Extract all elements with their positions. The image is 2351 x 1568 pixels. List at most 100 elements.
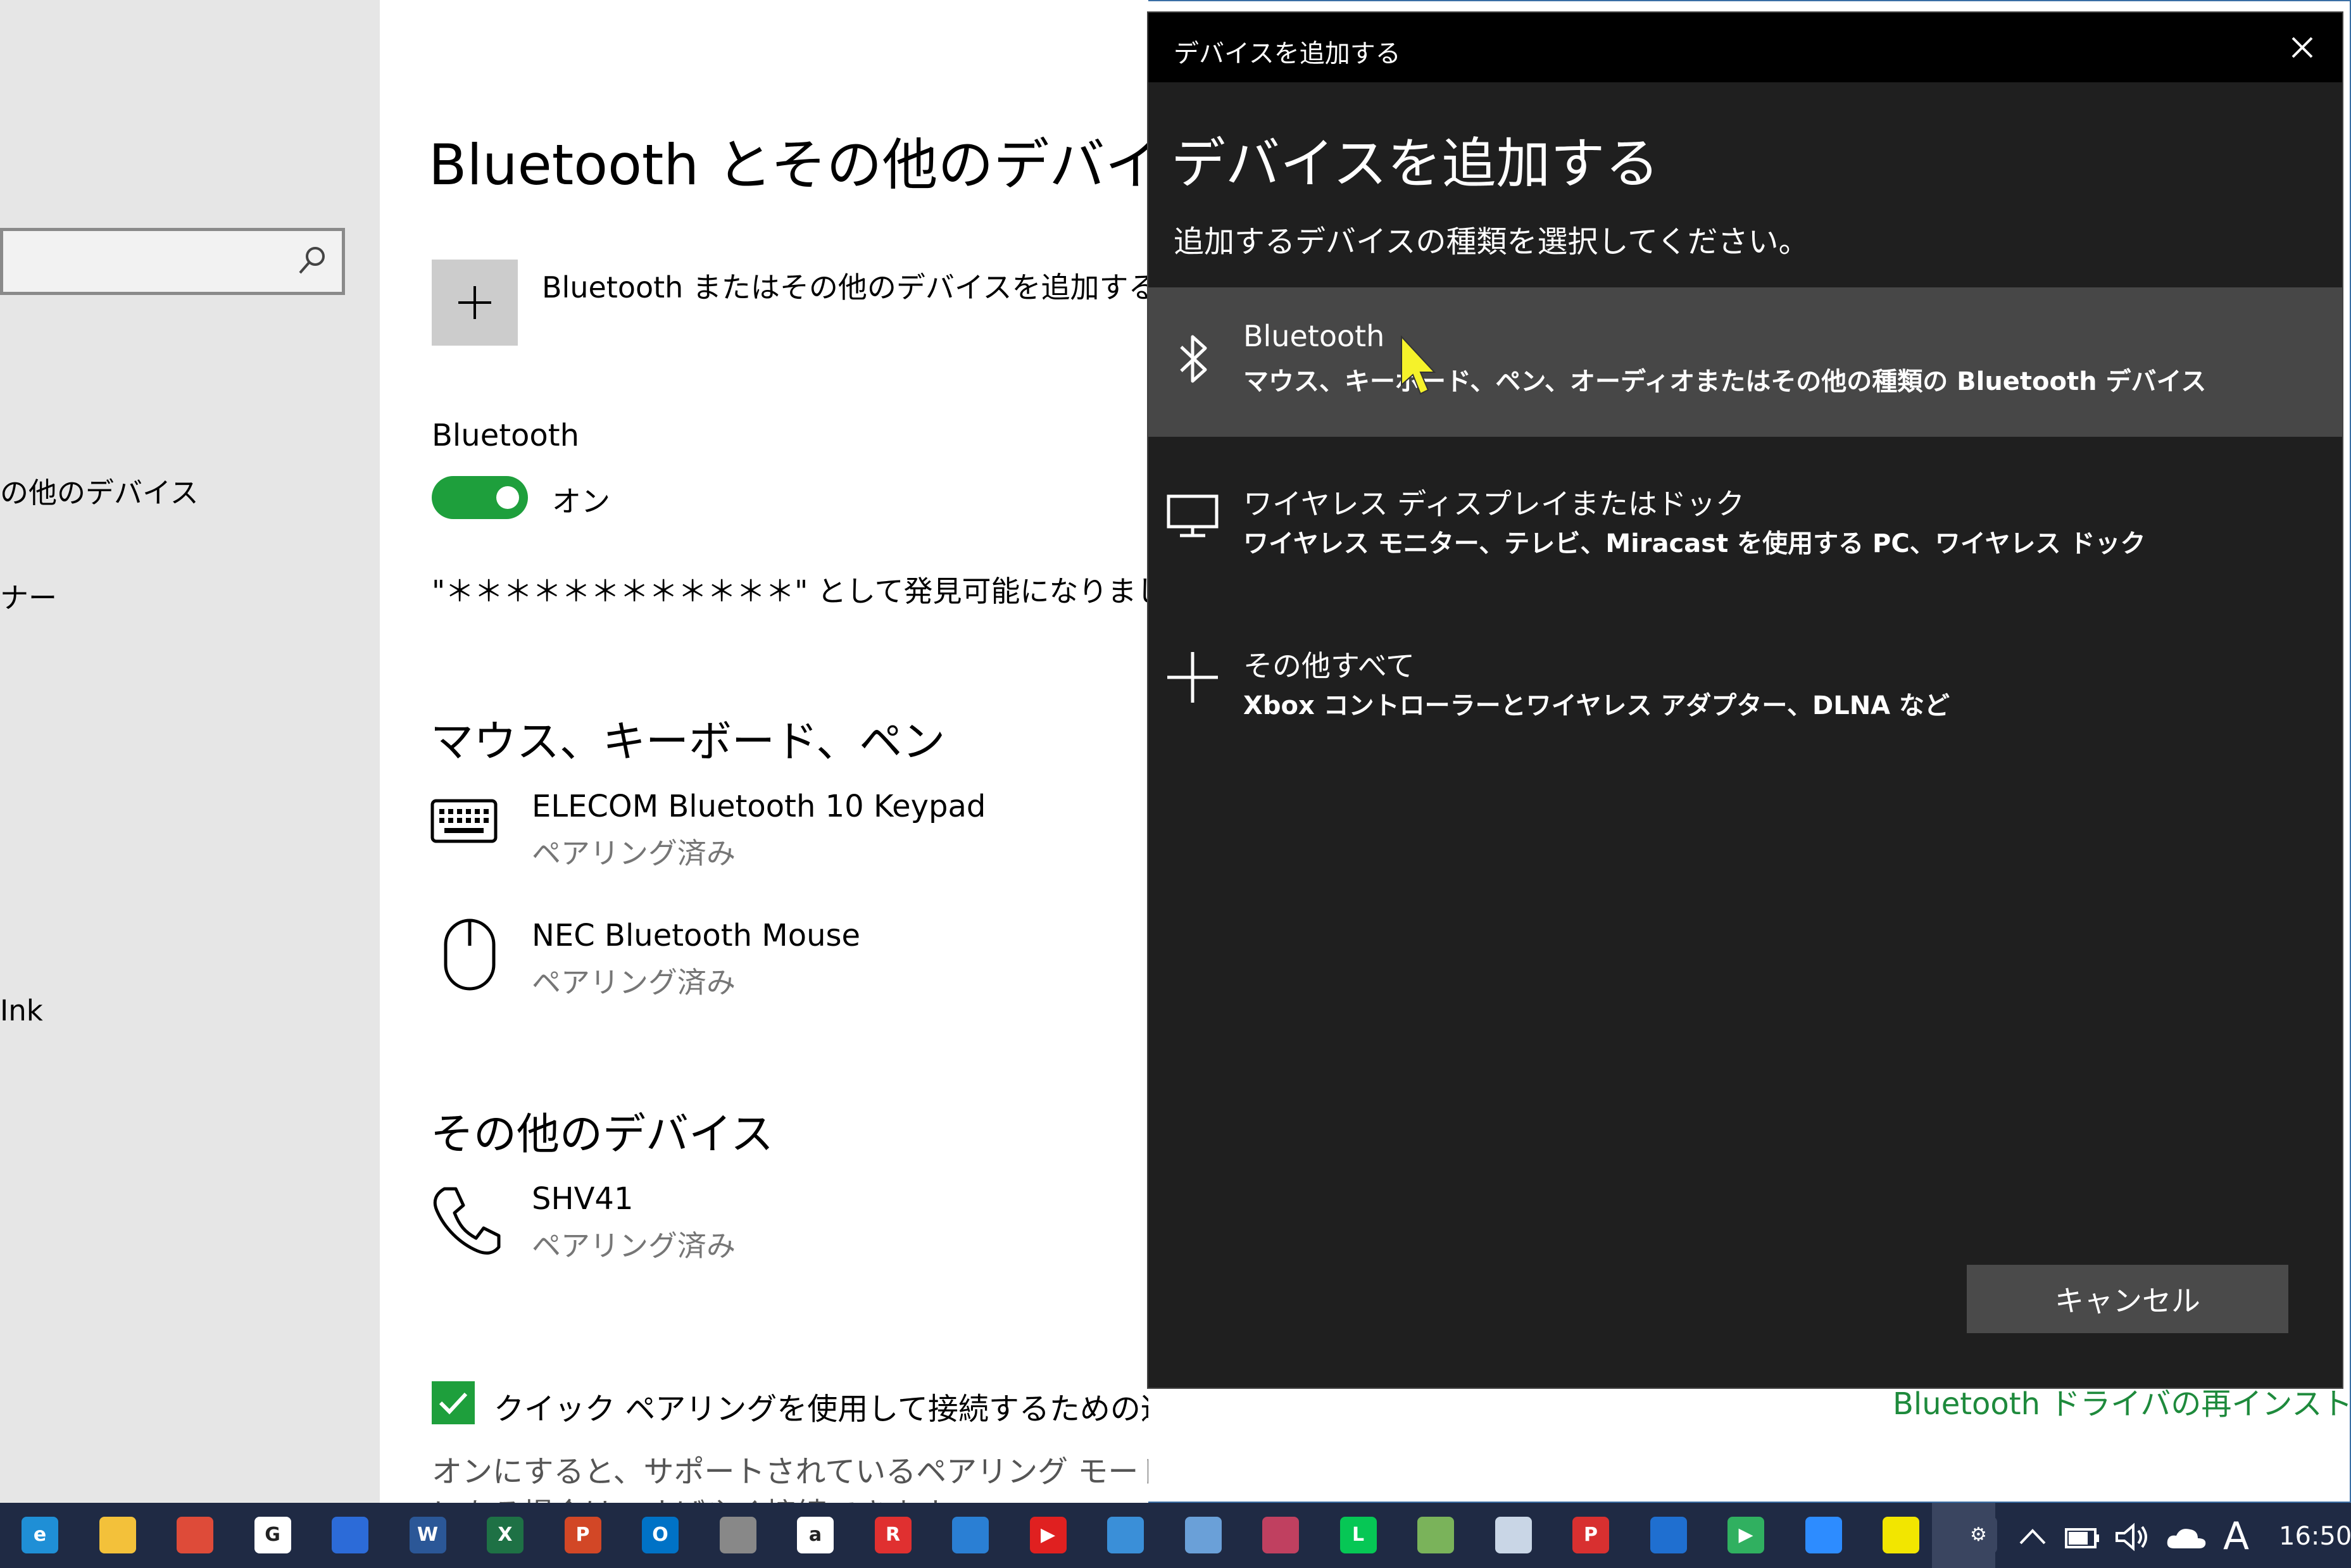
word-icon[interactable]: W bbox=[409, 1517, 446, 1553]
iris-icon[interactable]: R bbox=[874, 1517, 912, 1553]
toggle-knob bbox=[496, 486, 519, 509]
option-title: ワイヤレス ディスプレイまたはドック bbox=[1243, 487, 1745, 521]
play-store-icon-glyph: ▶ bbox=[1738, 1524, 1753, 1546]
pdf-png-icon[interactable]: P bbox=[1572, 1517, 1609, 1553]
device-status: ペアリング済み bbox=[532, 836, 736, 870]
option-everything-else[interactable]: その他すべて Xbox コントローラーとワイヤレス アダプター、DLNA など bbox=[1148, 612, 2342, 761]
mouse-icon bbox=[444, 919, 496, 991]
youtube-icon[interactable]: ▶ bbox=[1029, 1517, 1067, 1553]
edge-icon-glyph: e bbox=[33, 1524, 47, 1546]
option-wireless-display[interactable]: ワイヤレス ディスプレイまたはドック ワイヤレス モニター、テレビ、Miraca… bbox=[1148, 449, 2342, 599]
edge-icon[interactable]: e bbox=[22, 1517, 58, 1553]
monitor-icon bbox=[1167, 494, 1219, 537]
add-device-label[interactable]: Bluetooth またはその他のデバイスを追加する bbox=[542, 265, 1148, 306]
people-icon[interactable] bbox=[332, 1517, 368, 1553]
onedrive-icon-glyph bbox=[1650, 1517, 1687, 1553]
paint-icon[interactable] bbox=[1184, 1517, 1222, 1553]
chrome-icon[interactable] bbox=[177, 1517, 213, 1553]
discoverable-text: "＊＊＊＊＊＊＊＊＊＊＊＊" として発見可能になりました bbox=[432, 574, 1148, 608]
swift-pair-checkbox[interactable] bbox=[432, 1381, 475, 1424]
play-store-icon[interactable]: ▶ bbox=[1727, 1517, 1764, 1553]
photos-icon-glyph bbox=[1107, 1517, 1144, 1553]
dialog-subtitle: 追加するデバイスの種類を選択してください。 bbox=[1174, 224, 1809, 260]
file-explorer-icon[interactable] bbox=[99, 1517, 136, 1553]
chrome-icon-glyph bbox=[177, 1517, 213, 1553]
ime-indicator[interactable]: A bbox=[2223, 1514, 2249, 1559]
add-device-dialog: デバイスを追加する デバイスを追加する 追加するデバイスの種類を選択してください… bbox=[1148, 13, 2342, 1388]
toggle-state-label: オン bbox=[552, 484, 610, 518]
cancel-button[interactable]: キャンセル bbox=[1967, 1265, 2288, 1333]
printer-icon[interactable] bbox=[719, 1517, 756, 1553]
line-icon[interactable]: L bbox=[1339, 1517, 1377, 1553]
maps-icon-glyph bbox=[1417, 1517, 1454, 1553]
nav-item-printers[interactable]: ナー bbox=[0, 575, 57, 616]
option-description: ワイヤレス モニター、テレビ、Miracast を使用する PC、ワイヤレス ド… bbox=[1243, 529, 2146, 558]
outlook-icon-glyph: O bbox=[652, 1524, 668, 1546]
amazon-icon-glyph: a bbox=[808, 1524, 822, 1546]
excel-icon[interactable]: X bbox=[487, 1517, 523, 1553]
device-name[interactable]: SHV41 bbox=[532, 1181, 633, 1217]
option-title: Bluetooth bbox=[1243, 319, 1385, 353]
bluetooth-toggle[interactable] bbox=[432, 476, 528, 519]
scanner-icon[interactable] bbox=[1495, 1517, 1532, 1553]
povo-icon[interactable] bbox=[1883, 1517, 1919, 1553]
powerpoint-icon-glyph: P bbox=[575, 1524, 590, 1546]
outlook-icon[interactable]: O bbox=[642, 1517, 679, 1553]
bluetooth-icon bbox=[1180, 335, 1207, 383]
search-icon bbox=[299, 247, 325, 274]
swift-pair-description-2: にある場合は、すばやく接続できます。 bbox=[432, 1489, 975, 1503]
nav-item-pen-ink[interactable]: Ink bbox=[0, 994, 43, 1027]
zoom-icon-glyph bbox=[1805, 1517, 1842, 1553]
photos-icon[interactable] bbox=[1107, 1517, 1144, 1553]
google-icon[interactable]: G bbox=[254, 1517, 291, 1553]
plus-icon bbox=[458, 286, 491, 319]
file-explorer-icon-glyph bbox=[99, 1517, 136, 1553]
close-icon[interactable] bbox=[2286, 32, 2318, 63]
nav-item-bluetooth-devices[interactable]: の他のデバイス bbox=[0, 470, 199, 511]
google-icon-glyph: G bbox=[265, 1524, 280, 1546]
checkmark-icon bbox=[439, 1392, 468, 1415]
swift-pair-description: オンにすると、サポートされているペアリング モードの Bluetooth デバイ… bbox=[432, 1454, 1148, 1490]
volume-icon[interactable] bbox=[2114, 1522, 2152, 1552]
settings-nav-pane: の他のデバイス ナー Ink bbox=[0, 0, 380, 1503]
zoom-icon[interactable] bbox=[1805, 1517, 1842, 1553]
bluetooth-heading: Bluetooth bbox=[432, 418, 580, 453]
settings-search-input[interactable] bbox=[0, 228, 345, 295]
onedrive-tray-icon[interactable] bbox=[2165, 1524, 2209, 1552]
option-title: その他すべて bbox=[1243, 649, 1415, 683]
dialog-titlebar-text: デバイスを追加する bbox=[1174, 39, 1401, 68]
settings-icon[interactable]: ⚙ bbox=[1960, 1517, 1997, 1553]
plus-icon bbox=[1167, 652, 1218, 703]
mouse-pointer-icon bbox=[1401, 336, 1436, 395]
section-other-devices: その他のデバイス bbox=[430, 1110, 774, 1160]
keyboard-icon bbox=[430, 799, 498, 843]
snipping-icon-glyph bbox=[1262, 1517, 1299, 1553]
settings-icon-glyph: ⚙ bbox=[1970, 1524, 1987, 1546]
device-name[interactable]: NEC Bluetooth Mouse bbox=[532, 918, 860, 953]
amazon-icon[interactable]: a bbox=[797, 1517, 834, 1553]
powerpoint-icon[interactable]: P bbox=[564, 1517, 601, 1553]
iris-icon-glyph: R bbox=[885, 1524, 901, 1546]
chevron-up-icon[interactable] bbox=[2017, 1524, 2048, 1550]
section-mouse-keyboard-pen: マウス、キーボード、ペン bbox=[430, 717, 946, 767]
printer-icon-glyph bbox=[720, 1517, 756, 1553]
onedrive-icon[interactable] bbox=[1650, 1517, 1687, 1553]
option-description: Xbox コントローラーとワイヤレス アダプター、DLNA など bbox=[1243, 691, 1950, 720]
add-device-button[interactable] bbox=[432, 260, 518, 346]
word-icon-glyph: W bbox=[417, 1524, 439, 1546]
pdf-png-icon-glyph: P bbox=[1584, 1524, 1598, 1546]
page-title: Bluetooth とその他のデバイス bbox=[429, 132, 1148, 198]
snipping-icon[interactable] bbox=[1262, 1517, 1299, 1553]
phone-icon bbox=[433, 1187, 501, 1255]
device-status: ペアリング済み bbox=[532, 1229, 736, 1263]
news-icon[interactable] bbox=[952, 1517, 989, 1553]
dialog-titlebar: デバイスを追加する bbox=[1148, 13, 2342, 82]
device-status: ペアリング済み bbox=[532, 965, 736, 1000]
clock[interactable]: 16:50 bbox=[2279, 1522, 2351, 1551]
paint-icon-glyph bbox=[1185, 1517, 1222, 1553]
maps-icon[interactable] bbox=[1417, 1517, 1454, 1553]
device-name[interactable]: ELECOM Bluetooth 10 Keypad bbox=[532, 789, 986, 824]
option-bluetooth[interactable]: Bluetooth マウス、キーボード、ペン、オーディオまたはその他の種類の B… bbox=[1148, 287, 2342, 437]
swift-pair-label[interactable]: クイック ペアリングを使用して接続するための通知を表示する bbox=[494, 1384, 1148, 1428]
battery-icon[interactable] bbox=[2064, 1522, 2102, 1552]
